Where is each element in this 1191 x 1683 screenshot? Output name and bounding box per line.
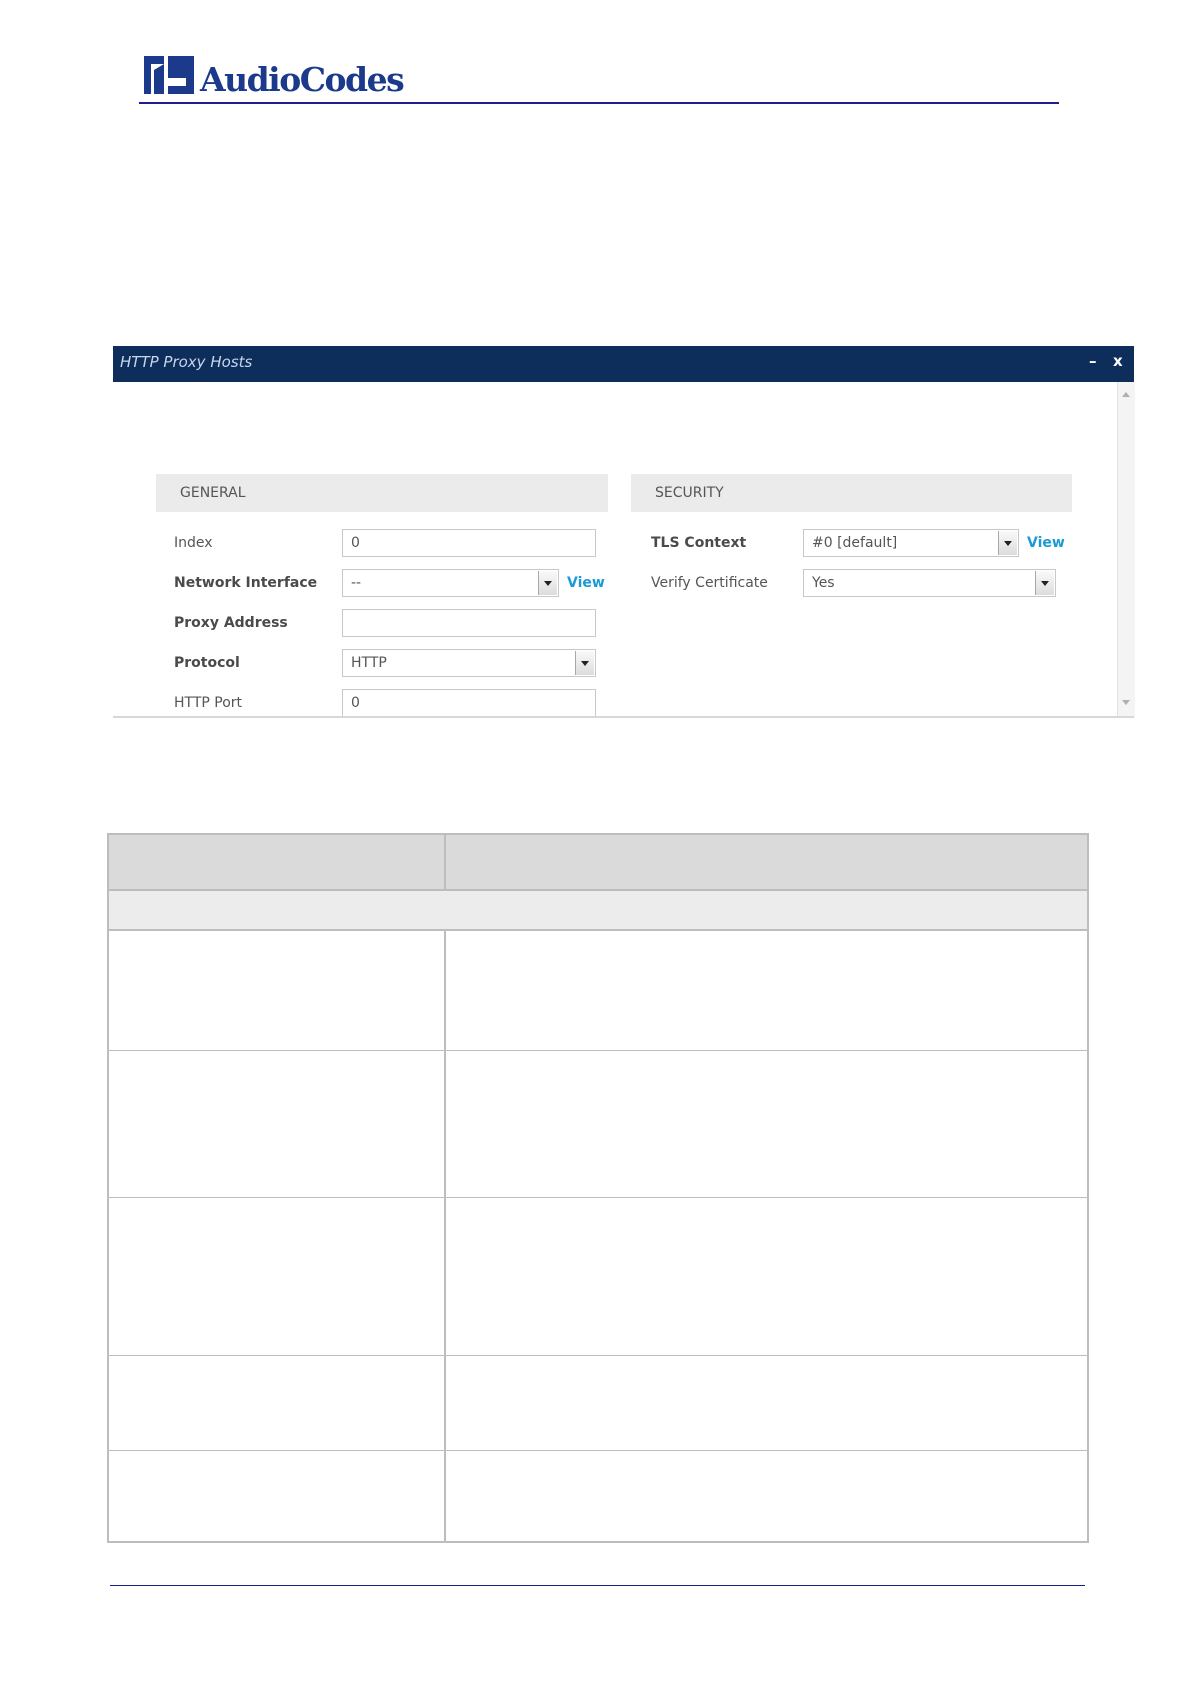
http-port-label: HTTP Port [174, 695, 243, 711]
tls-context-label: TLS Context [651, 535, 747, 551]
tls-context-view-link[interactable]: View [1027, 535, 1065, 551]
verify-certificate-label: Verify Certificate [651, 575, 768, 591]
network-interface-select[interactable]: -- [342, 569, 559, 597]
scroll-up-icon[interactable] [1122, 392, 1130, 397]
network-interface-view-link[interactable]: View [567, 575, 605, 591]
network-interface-value: -- [351, 575, 362, 591]
security-section-heading: SECURITY [631, 474, 1072, 512]
table-row [109, 1051, 1087, 1198]
chevron-down-icon[interactable] [998, 531, 1017, 555]
minimize-icon[interactable]: – [1089, 352, 1097, 370]
audiocodes-logo-icon [144, 56, 194, 94]
proxy-address-label: Proxy Address [174, 615, 288, 631]
table-column-divider [444, 835, 446, 891]
close-icon[interactable]: x [1113, 352, 1123, 370]
footer-divider [110, 1585, 1085, 1586]
protocol-select[interactable]: HTTP [342, 649, 596, 677]
index-label: Index [174, 535, 213, 551]
chevron-down-icon[interactable] [1035, 571, 1054, 595]
table-section-row [109, 891, 1087, 931]
dialog-titlebar: HTTP Proxy Hosts – x [113, 346, 1134, 382]
network-interface-label: Network Interface [174, 575, 318, 591]
table-row [109, 1198, 1087, 1356]
chevron-down-icon[interactable] [538, 571, 557, 595]
dialog-bottom-border [113, 716, 1134, 718]
table-row [109, 1356, 1087, 1451]
scroll-down-icon[interactable] [1122, 700, 1130, 705]
http-port-input[interactable]: 0 [342, 689, 596, 717]
table-header-row [109, 835, 1087, 891]
http-proxy-hosts-dialog: HTTP Proxy Hosts – x GENERAL Index 0 Net… [113, 346, 1135, 720]
general-section-heading: GENERAL [156, 474, 608, 512]
table-row [109, 931, 1087, 1051]
dialog-body: GENERAL Index 0 Network Interface -- Vie… [113, 382, 1118, 717]
vertical-scrollbar[interactable] [1117, 382, 1135, 718]
index-input[interactable]: 0 [342, 529, 596, 557]
tls-context-value: #0 [default] [812, 535, 898, 551]
dialog-title: HTTP Proxy Hosts [120, 353, 253, 371]
parameters-table [107, 833, 1089, 1543]
table-column-divider [444, 929, 446, 1541]
verify-certificate-select[interactable]: Yes [803, 569, 1056, 597]
logo-text: AudioCodes [200, 60, 405, 99]
chevron-down-icon[interactable] [575, 651, 594, 675]
header-divider [139, 102, 1059, 104]
tls-context-select[interactable]: #0 [default] [803, 529, 1019, 557]
verify-certificate-value: Yes [812, 575, 835, 591]
protocol-value: HTTP [351, 655, 387, 671]
protocol-label: Protocol [174, 655, 240, 671]
proxy-address-input[interactable] [342, 609, 596, 637]
